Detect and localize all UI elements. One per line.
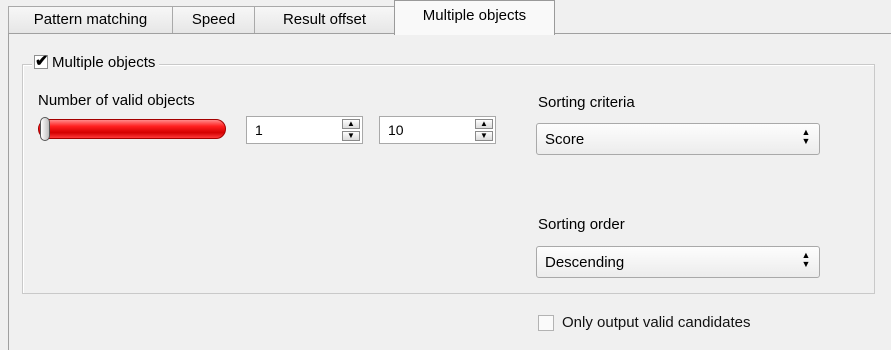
sorting-criteria-label: Sorting criteria	[538, 94, 635, 111]
only-valid-candidates-label: Only output valid candidates	[562, 314, 751, 331]
checkbox-box[interactable]: ✔	[34, 53, 48, 70]
checkbox-box[interactable]	[538, 314, 554, 331]
max-objects-spinbox[interactable]: 10 ▲ ▼	[379, 116, 496, 144]
tab-result-offset[interactable]: Result offset	[254, 6, 395, 33]
sorting-order-value: Descending	[545, 254, 625, 271]
max-objects-value: 10	[388, 122, 404, 138]
spin-down-icon[interactable]: ▼	[475, 131, 493, 141]
tab-bar: Pattern matching Speed Result offset Mul…	[8, 0, 891, 35]
spin-down-icon[interactable]: ▼	[342, 131, 360, 141]
valid-objects-label: Number of valid objects	[38, 92, 195, 109]
slider-track	[38, 119, 226, 139]
min-objects-value: 1	[255, 122, 263, 138]
check-icon: ✔	[35, 53, 49, 70]
only-valid-candidates-checkbox[interactable]: Only output valid candidates	[538, 314, 750, 331]
sorting-order-label: Sorting order	[538, 216, 625, 233]
tab-multiple-objects[interactable]: Multiple objects	[394, 0, 555, 35]
slider-handle[interactable]	[40, 117, 50, 141]
chevron-updown-icon: ▲ ▼	[801, 250, 811, 269]
valid-objects-slider[interactable]	[38, 117, 228, 141]
min-objects-spinbox[interactable]: 1 ▲ ▼	[246, 116, 363, 144]
spin-up-icon[interactable]: ▲	[342, 119, 360, 129]
multiple-objects-checkbox[interactable]: ✔ Multiple objects	[32, 52, 160, 72]
chevron-updown-icon: ▲ ▼	[801, 127, 811, 146]
spin-up-icon[interactable]: ▲	[475, 119, 493, 129]
sorting-criteria-dropdown[interactable]: Score ▲ ▼	[536, 123, 820, 155]
group-title-label: Multiple objects	[52, 53, 156, 71]
tab-speed[interactable]: Speed	[172, 6, 255, 33]
sorting-criteria-value: Score	[545, 131, 585, 148]
sorting-order-dropdown[interactable]: Descending ▲ ▼	[536, 246, 820, 278]
tab-pattern-matching[interactable]: Pattern matching	[8, 6, 173, 33]
